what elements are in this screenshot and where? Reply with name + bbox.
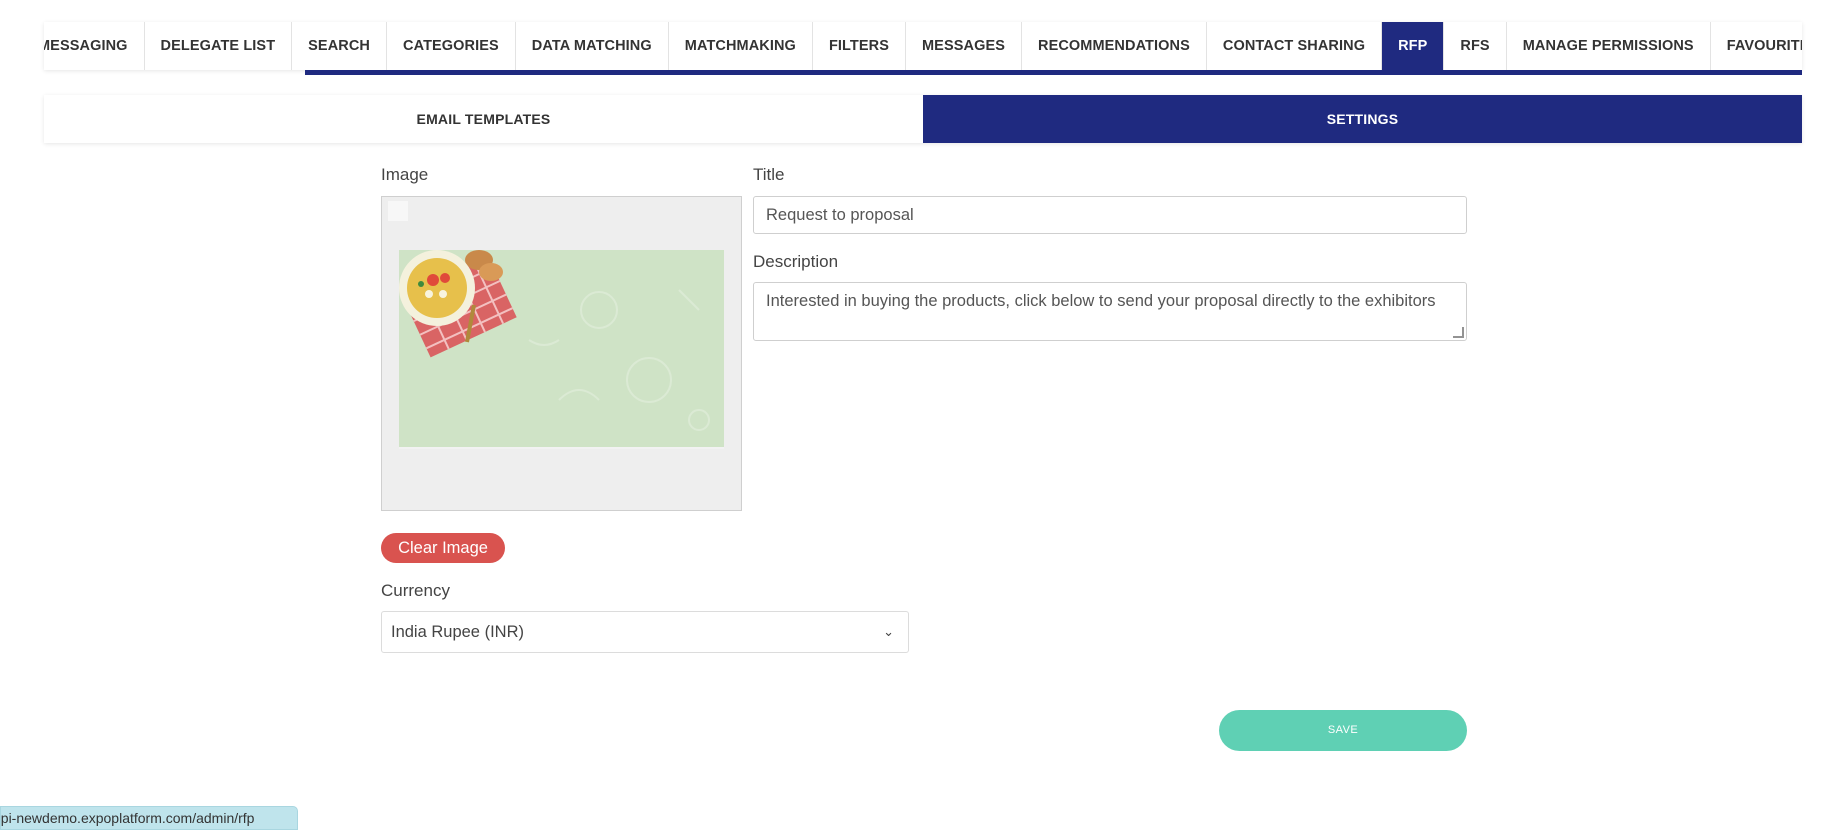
nav-tab-filters[interactable]: FILTERS xyxy=(813,22,906,70)
description-text: Interested in buying the products, click… xyxy=(766,292,1436,310)
tab-settings[interactable]: SETTINGS xyxy=(923,95,1802,143)
nav-tab-delegate-list[interactable]: DELEGATE LIST xyxy=(145,22,293,70)
image-upload-area[interactable] xyxy=(381,196,742,511)
title-input[interactable]: Request to proposal xyxy=(753,196,1467,234)
currency-selected-value: India Rupee (INR) xyxy=(391,623,524,641)
description-textarea[interactable]: Interested in buying the products, click… xyxy=(753,282,1467,341)
clear-image-button[interactable]: Clear Image xyxy=(381,533,505,563)
chevron-down-icon: ⌄ xyxy=(883,624,894,639)
status-url: api-newdemo.expoplatform.com/admin/rfp xyxy=(0,810,255,826)
currency-select[interactable]: India Rupee (INR) ⌄ xyxy=(381,611,909,653)
sub-tabs: EMAIL TEMPLATES SETTINGS xyxy=(44,95,1802,143)
save-button[interactable]: SAVE xyxy=(1219,710,1467,751)
nav-tab-data-matching[interactable]: DATA MATCHING xyxy=(516,22,669,70)
description-label: Description xyxy=(753,252,839,271)
nav-tab-recommendations[interactable]: RECOMMENDATIONS xyxy=(1022,22,1207,70)
nav-tab-contact-sharing[interactable]: CONTACT SHARING xyxy=(1207,22,1383,70)
currency-label: Currency xyxy=(381,581,450,600)
title-label: Title xyxy=(753,165,785,184)
image-preview xyxy=(399,250,724,449)
nav-tab-categories[interactable]: CATEGORIES xyxy=(387,22,516,70)
image-label: Image xyxy=(381,165,429,184)
nav-tab-manage-permissions[interactable]: MANAGE PERMISSIONS xyxy=(1507,22,1711,70)
nav-tab-messages[interactable]: MESSAGES xyxy=(906,22,1022,70)
food-illustration xyxy=(399,250,724,447)
top-navigation: MESSAGING DELEGATE LIST SEARCH CATEGORIE… xyxy=(44,22,1802,70)
browser-status-bar: api-newdemo.expoplatform.com/admin/rfp xyxy=(0,806,298,830)
nav-tab-matchmaking[interactable]: MATCHMAKING xyxy=(669,22,813,70)
nav-tab-messaging[interactable]: MESSAGING xyxy=(44,22,145,70)
image-drop-corner xyxy=(388,201,408,221)
resize-grip-icon[interactable] xyxy=(1453,327,1464,338)
tab-email-templates[interactable]: EMAIL TEMPLATES xyxy=(44,95,923,143)
nav-tab-search[interactable]: SEARCH xyxy=(292,22,387,70)
nav-tab-favourite-dashboard[interactable]: FAVOURITE DASHBOARD xyxy=(1711,22,1802,70)
nav-tab-rfs[interactable]: RFS xyxy=(1444,22,1507,70)
nav-active-underline xyxy=(305,70,1802,75)
nav-tab-rfp[interactable]: RFP xyxy=(1382,22,1445,70)
